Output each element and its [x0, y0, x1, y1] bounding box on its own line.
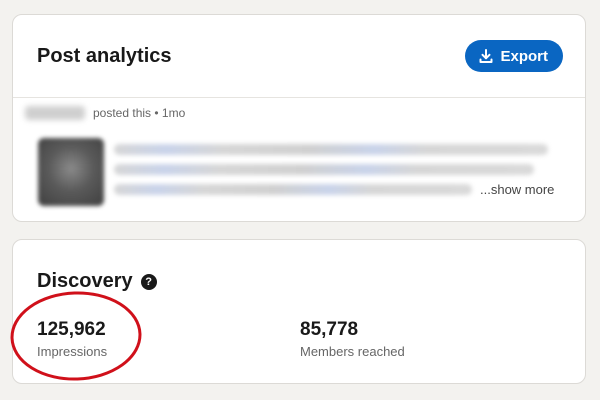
- export-button[interactable]: Export: [465, 40, 563, 72]
- show-more-link[interactable]: ...show more: [480, 182, 554, 197]
- impressions-label: Impressions: [37, 344, 108, 359]
- discovery-title-row: Discovery ?: [37, 270, 157, 293]
- discovery-card: Discovery ? 125,962 Impressions 85,778 M…: [12, 239, 586, 384]
- impressions-metric: 125,962 Impressions: [37, 319, 107, 359]
- members-reached-metric: 85,778 Members reached: [300, 319, 405, 359]
- page-title: Post analytics: [37, 44, 172, 67]
- post-text-blurred-line-3: [114, 184, 472, 195]
- help-icon[interactable]: ?: [140, 273, 157, 290]
- download-icon: [479, 49, 493, 63]
- post-meta: posted this • 1mo: [93, 106, 186, 120]
- author-name-blurred[interactable]: [25, 106, 85, 120]
- post-text-blurred-line-1: [114, 144, 548, 155]
- post-thumbnail-blurred[interactable]: [38, 138, 104, 206]
- members-reached-label: Members reached: [300, 344, 405, 359]
- members-reached-value: 85,778: [300, 319, 359, 340]
- post-text-blurred-line-2: [114, 164, 534, 175]
- impressions-value: 125,962: [37, 319, 106, 340]
- discovery-title: Discovery: [37, 270, 133, 292]
- post-analytics-header: Post analytics Export: [13, 15, 585, 98]
- export-label: Export: [500, 47, 548, 65]
